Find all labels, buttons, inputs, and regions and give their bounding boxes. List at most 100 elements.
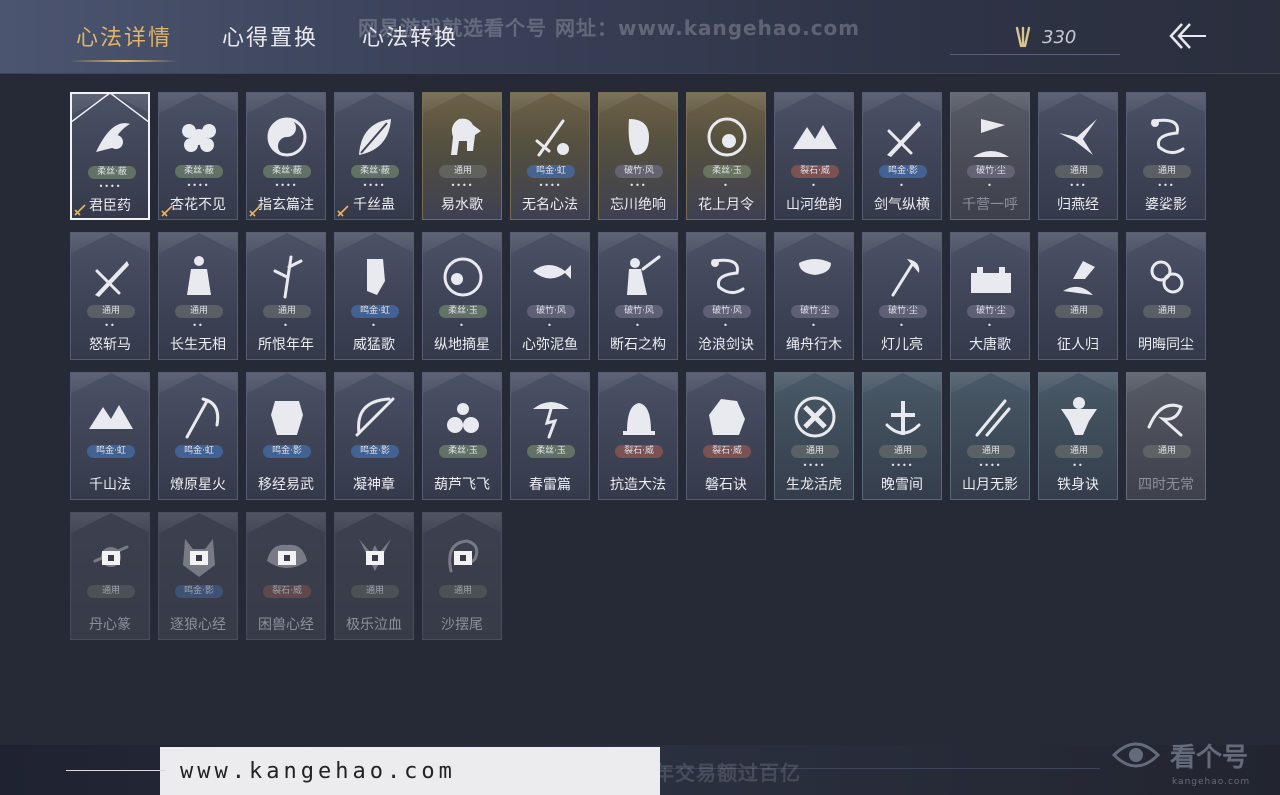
- card-name: 婆娑影: [1145, 197, 1187, 213]
- xinfa-card[interactable]: 通用 沙摆尾: [422, 512, 502, 640]
- card-level-dots: [423, 461, 501, 471]
- card-school-tag: 柔丝·蔽: [351, 165, 399, 178]
- card-level-dots: ••: [192, 321, 204, 330]
- card-level-dots: [1039, 321, 1117, 331]
- xinfa-card[interactable]: 破竹·风 • 沧浪剑诀: [686, 232, 766, 360]
- bamboo-icon: [273, 255, 303, 299]
- card-school-tag: 鸣金·影: [879, 165, 927, 178]
- blade-icon: [95, 261, 129, 297]
- card-name: 长生无相: [170, 337, 226, 353]
- card-school-tag: 鸣金·影: [175, 585, 223, 598]
- card-level-dots: •: [283, 321, 289, 330]
- gourd-icon: [447, 403, 479, 433]
- xinfa-card[interactable]: 破竹·风 ••• 忘川绝响: [598, 92, 678, 220]
- card-name: 铁身诀: [1057, 477, 1099, 493]
- xinfa-card[interactable]: 通用 明晦同尘: [1126, 232, 1206, 360]
- scythe-icon: [185, 397, 220, 439]
- xinfa-card[interactable]: 裂石·威 抗造大法: [598, 372, 678, 500]
- brand-name: 看个号: [1170, 742, 1249, 773]
- xinfa-card[interactable]: 破竹·尘 • 绳舟行木: [774, 232, 854, 360]
- tab-xinde-exchange[interactable]: 心得置换: [222, 20, 318, 52]
- xinfa-card[interactable]: 通用 •••• 山月无影: [950, 372, 1030, 500]
- card-school-tag: 破竹·风: [615, 305, 663, 318]
- card-level-dots: [71, 461, 149, 471]
- xinfa-card[interactable]: 破竹·风 • 心弥泥鱼: [510, 232, 590, 360]
- xinfa-card[interactable]: 通用 四时无常: [1126, 372, 1206, 500]
- blade-icon: [887, 121, 921, 157]
- warrior-icon: [627, 255, 661, 295]
- tab-xinfa-details[interactable]: 心法详情: [69, 20, 179, 62]
- xinfa-card[interactable]: 柔丝·玉 葫芦飞飞: [422, 372, 502, 500]
- bow-icon: [355, 397, 395, 437]
- xinfa-card[interactable]: 通用 ••• 归燕经: [1038, 92, 1118, 220]
- xinfa-card[interactable]: 鸣金·虹 • 威猛歌: [334, 232, 414, 360]
- card-level-dots: [335, 461, 413, 471]
- horse-icon: [451, 118, 481, 155]
- xinfa-card[interactable]: 通用 •• 长生无相: [158, 232, 238, 360]
- card-level-dots: [335, 601, 413, 611]
- xinfa-card[interactable]: 通用 •• 怒斩马: [70, 232, 150, 360]
- card-level-dots: •: [811, 181, 817, 190]
- xinfa-card[interactable]: 破竹·尘 • 灯儿亮: [862, 232, 942, 360]
- orbit-icon: [443, 257, 483, 297]
- xinfa-card[interactable]: 裂石·威 • 山河绝韵: [774, 92, 854, 220]
- leaf-icon: [359, 119, 391, 155]
- fish-icon: [533, 265, 571, 279]
- footer-url-panel: www.kangehao.com: [160, 747, 660, 795]
- xinfa-card[interactable]: 鸣金·影 逐狼心经: [158, 512, 238, 640]
- back-button[interactable]: [1166, 18, 1210, 54]
- card-school-tag: 破竹·风: [615, 165, 663, 178]
- xinfa-card[interactable]: 通用 •••• 生龙活虎: [774, 372, 854, 500]
- xinfa-card[interactable]: 破竹·尘 • 千营一呼: [950, 92, 1030, 220]
- xinfa-card[interactable]: 通用 ••• 婆娑影: [1126, 92, 1206, 220]
- card-name: 极乐泣血: [346, 617, 402, 633]
- xinfa-card[interactable]: 柔丝·蔽 •••• 指玄篇注: [246, 92, 326, 220]
- xinfa-card[interactable]: 裂石·威 困兽心经: [246, 512, 326, 640]
- feather-icon: [1015, 26, 1031, 48]
- xinfa-card[interactable]: 鸣金·影 移经易武: [246, 372, 326, 500]
- xinfa-card[interactable]: 鸣金·影 凝神章: [334, 372, 414, 500]
- card-level-dots: •: [899, 321, 905, 330]
- card-school-tag: 裂石·威: [263, 585, 311, 598]
- xinfa-card[interactable]: 裂石·威 磐石诀: [686, 372, 766, 500]
- storm-icon: [533, 402, 569, 439]
- cross-icon: [885, 401, 921, 435]
- xinfa-card[interactable]: 鸣金·影 • 剑气纵横: [862, 92, 942, 220]
- xinfa-card[interactable]: 破竹·尘 • 大唐歌: [950, 232, 1030, 360]
- card-level-dots: ••••: [890, 461, 914, 470]
- xinfa-card[interactable]: 鸣金·虹 千山法: [70, 372, 150, 500]
- card-school-tag: 通用: [1143, 165, 1191, 178]
- card-level-dots: •••: [1069, 181, 1087, 190]
- card-name: 怒斩马: [89, 337, 131, 353]
- card-school-tag: 裂石·威: [791, 165, 839, 178]
- xinfa-card[interactable]: 破竹·风 • 断石之构: [598, 232, 678, 360]
- xinfa-card[interactable]: 通用 •••• 晚雪间: [862, 372, 942, 500]
- xinfa-card[interactable]: 柔丝·蔽 •••• 千丝蛊: [334, 92, 414, 220]
- card-school-tag: 柔丝·玉: [439, 305, 487, 318]
- tree-icon: [799, 259, 831, 297]
- xinfa-card[interactable]: 通用 •• 铁身诀: [1038, 372, 1118, 500]
- xinfa-card[interactable]: 通用 丹心篆: [70, 512, 150, 640]
- xinfa-card[interactable]: 柔丝·蔽 •••• 杏花不见: [158, 92, 238, 220]
- card-level-dots: •: [811, 321, 817, 330]
- xinfa-card[interactable]: 柔丝·玉 • 花上月令: [686, 92, 766, 220]
- xinfa-card[interactable]: 通用 •••• 易水歌: [422, 92, 502, 220]
- xinfa-card[interactable]: 柔丝·玉 • 纵地摘星: [422, 232, 502, 360]
- xinfa-card[interactable]: 鸣金·虹 燎原星火: [158, 372, 238, 500]
- xinfa-card[interactable]: 柔丝·玉 春雷篇: [510, 372, 590, 500]
- xinfa-card[interactable]: 通用 • 所恨年年: [246, 232, 326, 360]
- card-name: 灯儿亮: [881, 337, 923, 353]
- card-school-tag: 柔丝·蔽: [88, 166, 136, 179]
- xinfa-card[interactable]: 鸣金·虹 •••• 无名心法: [510, 92, 590, 220]
- card-name: 山河绝韵: [786, 197, 842, 213]
- xinfa-card[interactable]: 通用 极乐泣血: [334, 512, 414, 640]
- card-name: 易水歌: [441, 197, 483, 213]
- card-school-tag: 通用: [791, 445, 839, 458]
- xinfa-card[interactable]: 通用 征人归: [1038, 232, 1118, 360]
- xinfa-card[interactable]: 柔丝·蔽 •••• 君臣药: [70, 92, 150, 220]
- card-name: 磐石诀: [705, 477, 747, 493]
- corner-mark-icon: [74, 204, 86, 216]
- card-name: 威猛歌: [353, 337, 395, 353]
- card-school-tag: 柔丝·玉: [703, 165, 751, 178]
- knot-icon: [1150, 260, 1184, 294]
